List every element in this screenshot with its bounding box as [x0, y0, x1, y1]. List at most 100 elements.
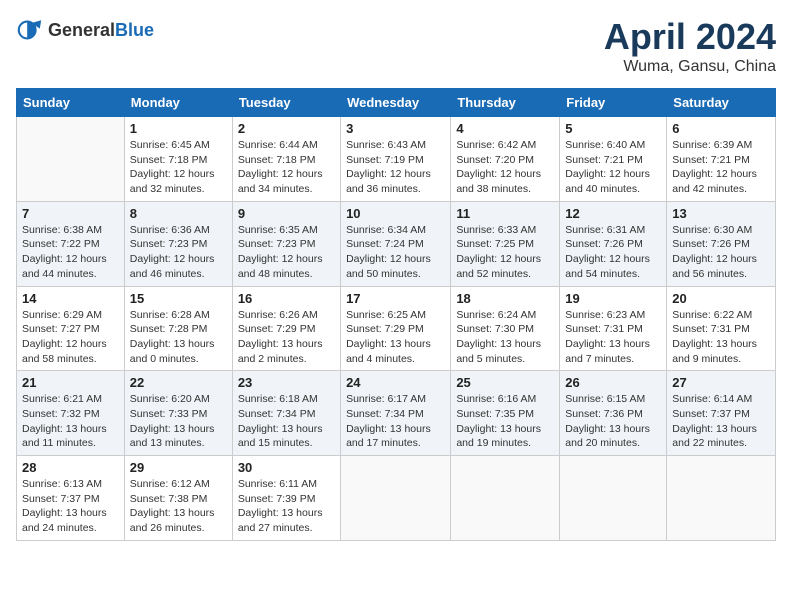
day-info: Sunrise: 6:21 AM Sunset: 7:32 PM Dayligh… [22, 392, 119, 451]
day-number: 12 [565, 206, 661, 221]
day-info: Sunrise: 6:43 AM Sunset: 7:19 PM Dayligh… [346, 138, 445, 197]
day-number: 28 [22, 460, 119, 475]
calendar-cell: 6Sunrise: 6:39 AM Sunset: 7:21 PM Daylig… [667, 117, 776, 202]
day-number: 9 [238, 206, 335, 221]
day-info: Sunrise: 6:30 AM Sunset: 7:26 PM Dayligh… [672, 223, 770, 282]
calendar-cell: 2 Sunrise: 6:44 AM Sunset: 7:18 PM Daylig… [232, 117, 340, 202]
calendar-cell: 26Sunrise: 6:15 AM Sunset: 7:36 PM Dayli… [560, 371, 667, 456]
calendar-cell: 22 Sunrise: 6:20 AM Sunset: 7:33 PM Dayli… [124, 371, 232, 456]
calendar-cell: 18 Sunrise: 6:24 AM Sunset: 7:30 PM Dayli… [451, 286, 560, 371]
day-info: Sunrise: 6:42 AM Sunset: 7:20 PM Dayligh… [456, 138, 554, 197]
day-info: Sunrise: 6:33 AM Sunset: 7:25 PM Dayligh… [456, 223, 554, 282]
calendar-cell: 5 Sunrise: 6:40 AM Sunset: 7:21 PM Daylig… [560, 117, 667, 202]
day-number: 17 [346, 291, 445, 306]
day-info: Sunrise: 6:44 AM Sunset: 7:18 PM Dayligh… [238, 138, 335, 197]
day-info: Sunrise: 6:31 AM Sunset: 7:26 PM Dayligh… [565, 223, 661, 282]
day-number: 3 [346, 121, 445, 136]
calendar-cell: 1 Sunrise: 6:45 AM Sunset: 7:18 PM Daylig… [124, 117, 232, 202]
week-row-3: 21 Sunrise: 6:21 AM Sunset: 7:32 PM Dayli… [17, 371, 776, 456]
day-info: Sunrise: 6:13 AM Sunset: 7:37 PM Dayligh… [22, 477, 119, 536]
day-number: 7 [22, 206, 119, 221]
day-number: 4 [456, 121, 554, 136]
calendar-cell: 24 Sunrise: 6:17 AM Sunset: 7:34 PM Dayli… [341, 371, 451, 456]
logo-icon [16, 16, 44, 44]
day-info: Sunrise: 6:36 AM Sunset: 7:23 PM Dayligh… [130, 223, 227, 282]
day-number: 24 [346, 375, 445, 390]
calendar-cell [17, 117, 125, 202]
calendar-cell: 12 Sunrise: 6:31 AM Sunset: 7:26 PM Dayli… [560, 201, 667, 286]
calendar-cell: 16Sunrise: 6:26 AM Sunset: 7:29 PM Dayli… [232, 286, 340, 371]
day-number: 20 [672, 291, 770, 306]
day-number: 2 [238, 121, 335, 136]
calendar-cell: 19 Sunrise: 6:23 AM Sunset: 7:31 PM Dayli… [560, 286, 667, 371]
calendar-cell [451, 456, 560, 541]
calendar-cell: 11 Sunrise: 6:33 AM Sunset: 7:25 PM Dayli… [451, 201, 560, 286]
day-number: 1 [130, 121, 227, 136]
month-title: April 2024 [604, 16, 776, 58]
day-number: 10 [346, 206, 445, 221]
day-info: Sunrise: 6:28 AM Sunset: 7:28 PM Dayligh… [130, 308, 227, 367]
day-info: Sunrise: 6:40 AM Sunset: 7:21 PM Dayligh… [565, 138, 661, 197]
day-info: Sunrise: 6:23 AM Sunset: 7:31 PM Dayligh… [565, 308, 661, 367]
day-number: 8 [130, 206, 227, 221]
calendar-cell: 17Sunrise: 6:25 AM Sunset: 7:29 PM Dayli… [341, 286, 451, 371]
day-number: 22 [130, 375, 227, 390]
calendar-cell: 21 Sunrise: 6:21 AM Sunset: 7:32 PM Dayli… [17, 371, 125, 456]
calendar-cell: 25 Sunrise: 6:16 AM Sunset: 7:35 PM Dayli… [451, 371, 560, 456]
day-of-week-monday: Monday [124, 89, 232, 117]
day-number: 19 [565, 291, 661, 306]
title-area: April 2024 Wuma, Gansu, China [604, 16, 776, 76]
day-of-week-saturday: Saturday [667, 89, 776, 117]
day-number: 11 [456, 206, 554, 221]
day-number: 23 [238, 375, 335, 390]
location-title: Wuma, Gansu, China [604, 58, 776, 76]
day-info: Sunrise: 6:11 AM Sunset: 7:39 PM Dayligh… [238, 477, 335, 536]
day-info: Sunrise: 6:16 AM Sunset: 7:35 PM Dayligh… [456, 392, 554, 451]
calendar-cell: 8 Sunrise: 6:36 AM Sunset: 7:23 PM Daylig… [124, 201, 232, 286]
day-number: 30 [238, 460, 335, 475]
day-number: 18 [456, 291, 554, 306]
day-info: Sunrise: 6:14 AM Sunset: 7:37 PM Dayligh… [672, 392, 770, 451]
logo: GeneralBlue [16, 16, 154, 44]
calendar-cell: 28 Sunrise: 6:13 AM Sunset: 7:37 PM Dayli… [17, 456, 125, 541]
logo-text-blue: Blue [115, 20, 154, 40]
calendar-cell: 23 Sunrise: 6:18 AM Sunset: 7:34 PM Dayli… [232, 371, 340, 456]
day-number: 6 [672, 121, 770, 136]
day-number: 5 [565, 121, 661, 136]
calendar-cell: 29 Sunrise: 6:12 AM Sunset: 7:38 PM Dayli… [124, 456, 232, 541]
day-number: 25 [456, 375, 554, 390]
calendar-cell: 30 Sunrise: 6:11 AM Sunset: 7:39 PM Dayli… [232, 456, 340, 541]
day-info: Sunrise: 6:45 AM Sunset: 7:18 PM Dayligh… [130, 138, 227, 197]
day-number: 21 [22, 375, 119, 390]
day-info: Sunrise: 6:22 AM Sunset: 7:31 PM Dayligh… [672, 308, 770, 367]
calendar-cell: 27 Sunrise: 6:14 AM Sunset: 7:37 PM Dayli… [667, 371, 776, 456]
day-info: Sunrise: 6:24 AM Sunset: 7:30 PM Dayligh… [456, 308, 554, 367]
week-row-4: 28 Sunrise: 6:13 AM Sunset: 7:37 PM Dayli… [17, 456, 776, 541]
calendar-cell: 3 Sunrise: 6:43 AM Sunset: 7:19 PM Daylig… [341, 117, 451, 202]
calendar-cell: 10 Sunrise: 6:34 AM Sunset: 7:24 PM Dayli… [341, 201, 451, 286]
day-info: Sunrise: 6:29 AM Sunset: 7:27 PM Dayligh… [22, 308, 119, 367]
day-info: Sunrise: 6:34 AM Sunset: 7:24 PM Dayligh… [346, 223, 445, 282]
day-info: Sunrise: 6:26 AM Sunset: 7:29 PM Dayligh… [238, 308, 335, 367]
calendar-cell: 15 Sunrise: 6:28 AM Sunset: 7:28 PM Dayli… [124, 286, 232, 371]
day-info: Sunrise: 6:12 AM Sunset: 7:38 PM Dayligh… [130, 477, 227, 536]
day-of-week-tuesday: Tuesday [232, 89, 340, 117]
day-number: 15 [130, 291, 227, 306]
calendar-cell: 4 Sunrise: 6:42 AM Sunset: 7:20 PM Daylig… [451, 117, 560, 202]
calendar-cell [560, 456, 667, 541]
calendar-cell [341, 456, 451, 541]
header: GeneralBlue April 2024 Wuma, Gansu, Chin… [16, 16, 776, 76]
week-row-0: 1 Sunrise: 6:45 AM Sunset: 7:18 PM Daylig… [17, 117, 776, 202]
day-info: Sunrise: 6:20 AM Sunset: 7:33 PM Dayligh… [130, 392, 227, 451]
day-number: 13 [672, 206, 770, 221]
day-number: 29 [130, 460, 227, 475]
day-info: Sunrise: 6:18 AM Sunset: 7:34 PM Dayligh… [238, 392, 335, 451]
calendar-cell: 13 Sunrise: 6:30 AM Sunset: 7:26 PM Dayli… [667, 201, 776, 286]
calendar-cell: 20 Sunrise: 6:22 AM Sunset: 7:31 PM Dayli… [667, 286, 776, 371]
calendar-cell: 7Sunrise: 6:38 AM Sunset: 7:22 PM Daylig… [17, 201, 125, 286]
day-info: Sunrise: 6:17 AM Sunset: 7:34 PM Dayligh… [346, 392, 445, 451]
day-number: 27 [672, 375, 770, 390]
day-of-week-wednesday: Wednesday [341, 89, 451, 117]
day-info: Sunrise: 6:35 AM Sunset: 7:23 PM Dayligh… [238, 223, 335, 282]
day-number: 14 [22, 291, 119, 306]
